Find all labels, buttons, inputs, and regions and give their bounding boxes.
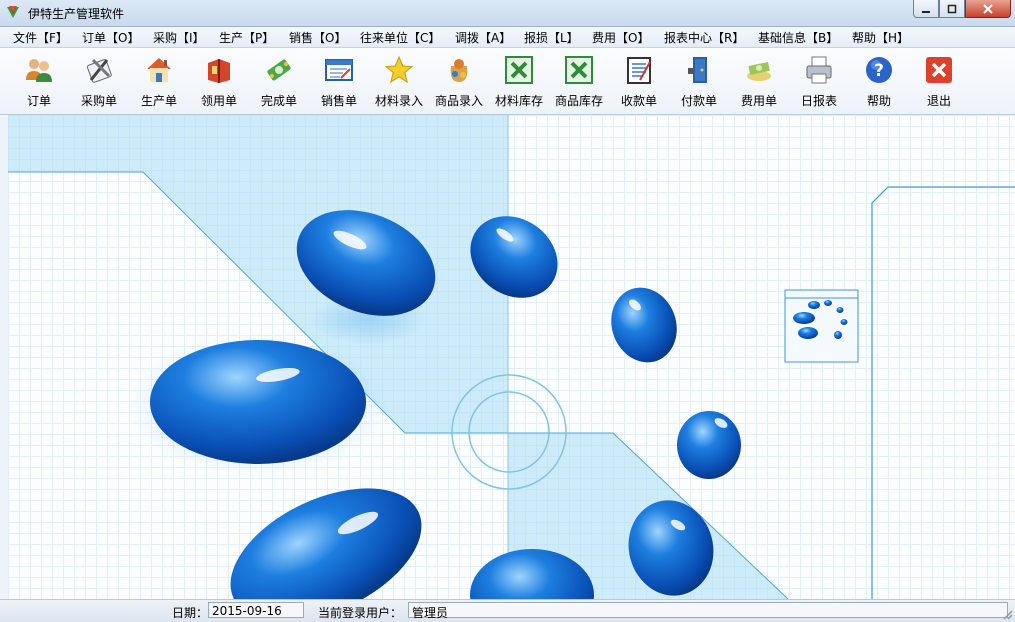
toolbar-label: 付款单 [680, 94, 717, 108]
toolbar-label: 商品录入 [434, 94, 483, 108]
toolbar-label: 日报表 [800, 94, 837, 108]
door-icon [688, 57, 707, 83]
toolbar-production-button[interactable]: 生产单 [129, 52, 189, 110]
toolbar-product-stock-button[interactable]: 商品库存 [549, 52, 609, 110]
toolbar-label: 订单 [26, 94, 51, 108]
maximize-button[interactable] [939, 0, 965, 18]
excel-icon [505, 56, 533, 84]
toolbar-label: 退出 [926, 94, 951, 108]
menu-loss[interactable]: 报损【L】 [524, 29, 579, 46]
toolbar-material-entry-button[interactable]: 材料录入 [369, 52, 429, 110]
toolbar-requisition-button[interactable]: 领用单 [189, 52, 249, 110]
cash-icon [747, 62, 771, 81]
menu-partners[interactable]: 往来单位【C】 [360, 29, 440, 46]
date-label: 日期： [172, 606, 209, 620]
menu-help[interactable]: 帮助【H】 [852, 29, 909, 46]
app-logo-icon [7, 6, 19, 18]
toolbar-label: 帮助 [866, 94, 891, 108]
window-controls [913, 0, 1011, 20]
title-bar: 伊特生产管理软件 [0, 0, 1015, 27]
menu-transfer[interactable]: 调拨【A】 [455, 29, 511, 46]
toolbar-label: 采购单 [80, 94, 117, 108]
tools-icon [86, 58, 112, 83]
menu-expense[interactable]: 费用【O】 [592, 29, 649, 46]
toolbar-order-button[interactable]: 订单 [9, 52, 69, 110]
toolbar-daily-report-button[interactable]: 日报表 [789, 52, 849, 110]
menu-production[interactable]: 生产【P】 [219, 29, 274, 46]
toolbar: 订单 采购单 生产单 领用单 完成单 销售单 材料录入 商品录入 材料库存 商品… [0, 48, 1015, 115]
toolbar-label: 完成单 [260, 94, 297, 108]
minimize-button[interactable] [913, 0, 939, 18]
menu-file[interactable]: 文件【F】 [13, 29, 68, 46]
exit-icon [926, 57, 952, 83]
toolbar-label: 领用单 [200, 94, 237, 108]
toolbar-sales-button[interactable]: 销售单 [309, 52, 369, 110]
status-bar: 日期： 2015-09-16 当前登录用户： 管理员 [0, 599, 1015, 622]
maximize-icon [947, 4, 957, 13]
book-icon [208, 59, 230, 83]
excel-icon [565, 56, 593, 84]
toolbar-expense-button[interactable]: 费用单 [729, 52, 789, 110]
workspace-background [8, 115, 1015, 599]
svg-text:?: ? [874, 61, 884, 81]
users-icon [26, 59, 52, 82]
toolbar-label: 商品库存 [554, 94, 603, 108]
current-user-value: 管理员 [408, 602, 1008, 620]
printer-icon [806, 56, 832, 84]
menu-order[interactable]: 订单【O】 [82, 29, 139, 46]
toolbar-label: 材料录入 [374, 94, 423, 108]
toolbar-label: 材料库存 [494, 94, 543, 108]
minimize-icon [922, 10, 930, 13]
notepad-icon [627, 57, 651, 84]
toolbar-receipt-button[interactable]: 收款单 [609, 52, 669, 110]
help-icon: ? [866, 57, 892, 83]
background-artwork [8, 115, 1015, 599]
toolbar-label: 销售单 [320, 94, 357, 108]
toolbar-exit-button[interactable]: 退出 [909, 52, 969, 110]
bag-icon [450, 59, 468, 82]
menu-bar: 文件【F】 订单【O】 采购【I】 生产【P】 销售【O】 往来单位【C】 调拨… [0, 27, 1015, 48]
money-icon [267, 59, 291, 81]
toolbar-material-stock-button[interactable]: 材料库存 [489, 52, 549, 110]
toolbar-completion-button[interactable]: 完成单 [249, 52, 309, 110]
toolbar-help-button[interactable]: ? 帮助 [849, 52, 909, 110]
close-icon [983, 3, 993, 14]
menu-sales[interactable]: 销售【O】 [289, 29, 346, 46]
current-user-label: 当前登录用户： [318, 606, 403, 620]
close-button[interactable] [965, 0, 1011, 18]
form-icon [325, 59, 353, 81]
menu-reports[interactable]: 报表中心【R】 [664, 29, 744, 46]
resize-grip-icon[interactable] [1001, 608, 1013, 620]
toolbar-label: 费用单 [740, 94, 777, 108]
window-title: 伊特生产管理软件 [28, 7, 125, 21]
menu-base-info[interactable]: 基础信息【B】 [758, 29, 838, 46]
toolbar-label: 生产单 [140, 94, 177, 108]
toolbar-product-entry-button[interactable]: 商品录入 [429, 52, 489, 110]
date-value: 2015-09-16 [208, 602, 304, 618]
toolbar-purchase-button[interactable]: 采购单 [69, 52, 129, 110]
star-icon [384, 55, 414, 84]
toolbar-payment-button[interactable]: 付款单 [669, 52, 729, 110]
house-icon [147, 58, 171, 82]
toolbar-label: 收款单 [620, 94, 657, 108]
menu-purchase[interactable]: 采购【I】 [153, 29, 205, 46]
